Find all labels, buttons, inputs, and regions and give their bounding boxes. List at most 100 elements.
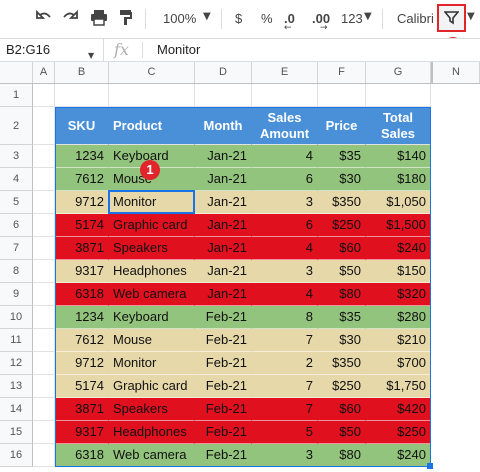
empty-cell[interactable] [33,84,55,107]
create-filter-button[interactable] [437,4,466,32]
empty-cell[interactable] [33,306,55,329]
sales-amount-cell[interactable]: 7 [252,329,318,352]
column-header-cell[interactable]: Total Sales [366,107,431,145]
empty-cell[interactable] [109,84,195,107]
total-sales-cell[interactable]: $280 [366,306,431,329]
price-cell[interactable]: $35 [318,306,366,329]
product-cell[interactable]: Speakers [109,398,195,421]
sku-cell[interactable]: 6318 [55,444,109,467]
total-sales-cell[interactable]: $150 [366,260,431,283]
empty-cell[interactable] [366,84,431,107]
column-header-d[interactable]: D [195,62,252,83]
price-cell[interactable]: $35 [318,145,366,168]
name-box[interactable]: B2:G16 ▼ [0,39,104,61]
row-header[interactable]: 14 [0,398,33,421]
total-sales-cell[interactable]: $180 [366,168,431,191]
row-header[interactable]: 10 [0,306,33,329]
currency-format-button[interactable]: $ [235,11,242,26]
row-header[interactable]: 5 [0,191,33,214]
sales-amount-cell[interactable]: 7 [252,375,318,398]
sku-cell[interactable]: 5174 [55,214,109,237]
sku-cell[interactable]: 1234 [55,145,109,168]
sales-amount-cell[interactable]: 5 [252,421,318,444]
sales-amount-cell[interactable]: 7 [252,398,318,421]
empty-cell[interactable] [33,214,55,237]
column-header-cell[interactable]: Price [318,107,366,145]
total-sales-cell[interactable]: $210 [366,329,431,352]
column-header-a[interactable]: A [33,62,55,83]
total-sales-cell[interactable]: $240 [366,237,431,260]
undo-icon[interactable] [36,9,52,29]
sku-cell[interactable]: 9712 [55,352,109,375]
chevron-down-icon[interactable]: ▼ [467,11,475,22]
empty-cell[interactable] [33,145,55,168]
price-cell[interactable]: $80 [318,444,366,467]
month-cell[interactable]: Feb-21 [195,352,252,375]
row-header[interactable]: 8 [0,260,33,283]
sales-amount-cell[interactable]: 8 [252,306,318,329]
redo-icon[interactable] [62,9,78,29]
product-cell[interactable]: Monitor [109,352,195,375]
column-header-cell[interactable]: Sales Amount [252,107,318,145]
product-cell[interactable]: Web camera [109,444,195,467]
column-header-n[interactable]: N [431,62,480,83]
percent-format-button[interactable]: % [261,11,273,26]
column-header-cell[interactable]: Product [109,107,195,145]
price-cell[interactable]: $250 [318,214,366,237]
row-header[interactable]: 15 [0,421,33,444]
product-cell[interactable]: Graphic card [109,214,195,237]
total-sales-cell[interactable]: $250 [366,421,431,444]
total-sales-cell[interactable]: $140 [366,145,431,168]
column-header-b[interactable]: B [55,62,109,83]
month-cell[interactable]: Feb-21 [195,329,252,352]
month-cell[interactable]: Feb-21 [195,306,252,329]
row-header[interactable]: 12 [0,352,33,375]
total-sales-cell[interactable]: $320 [366,283,431,306]
empty-cell[interactable] [33,329,55,352]
total-sales-cell[interactable]: $1,050 [366,191,431,214]
price-cell[interactable]: $250 [318,375,366,398]
row-header[interactable]: 11 [0,329,33,352]
month-cell[interactable]: Feb-21 [195,375,252,398]
empty-cell[interactable] [33,283,55,306]
select-all-corner[interactable] [0,62,33,83]
sales-amount-cell[interactable]: 3 [252,444,318,467]
column-header-cell[interactable]: Month [195,107,252,145]
product-cell[interactable]: Headphones [109,421,195,444]
sales-amount-cell[interactable]: 4 [252,145,318,168]
empty-cell[interactable] [55,84,109,107]
month-cell[interactable]: Jan-21 [195,168,252,191]
sales-amount-cell[interactable]: 3 [252,191,318,214]
empty-cell[interactable] [195,84,252,107]
row-header[interactable]: 2 [0,107,33,145]
sku-cell[interactable]: 9317 [55,421,109,444]
paint-format-icon[interactable] [119,9,133,30]
more-formats-button[interactable]: 123 [341,11,363,26]
price-cell[interactable]: $350 [318,191,366,214]
column-header-e[interactable]: E [252,62,318,83]
product-cell[interactable]: Mouse [109,329,195,352]
month-cell[interactable]: Jan-21 [195,260,252,283]
sku-cell[interactable]: 3871 [55,398,109,421]
sales-amount-cell[interactable]: 4 [252,283,318,306]
empty-cell[interactable] [252,84,318,107]
product-cell[interactable]: Web camera [109,283,195,306]
product-cell[interactable]: Headphones [109,260,195,283]
sales-amount-cell[interactable]: 6 [252,168,318,191]
chevron-down-icon[interactable]: ▼ [203,11,211,22]
empty-cell[interactable] [33,375,55,398]
column-header-cell[interactable]: SKU [55,107,109,145]
month-cell[interactable]: Feb-21 [195,421,252,444]
chevron-down-icon[interactable]: ▼ [364,11,372,22]
sales-amount-cell[interactable]: 6 [252,214,318,237]
month-cell[interactable]: Feb-21 [195,398,252,421]
row-header[interactable]: 6 [0,214,33,237]
product-cell[interactable]: Keyboard [109,306,195,329]
price-cell[interactable]: $30 [318,168,366,191]
empty-cell[interactable] [318,84,366,107]
column-header-g[interactable]: G [366,62,431,83]
column-header-f[interactable]: F [318,62,366,83]
formula-input[interactable]: Monitor [157,39,200,61]
product-cell[interactable]: Graphic card [109,375,195,398]
total-sales-cell[interactable]: $1,750 [366,375,431,398]
